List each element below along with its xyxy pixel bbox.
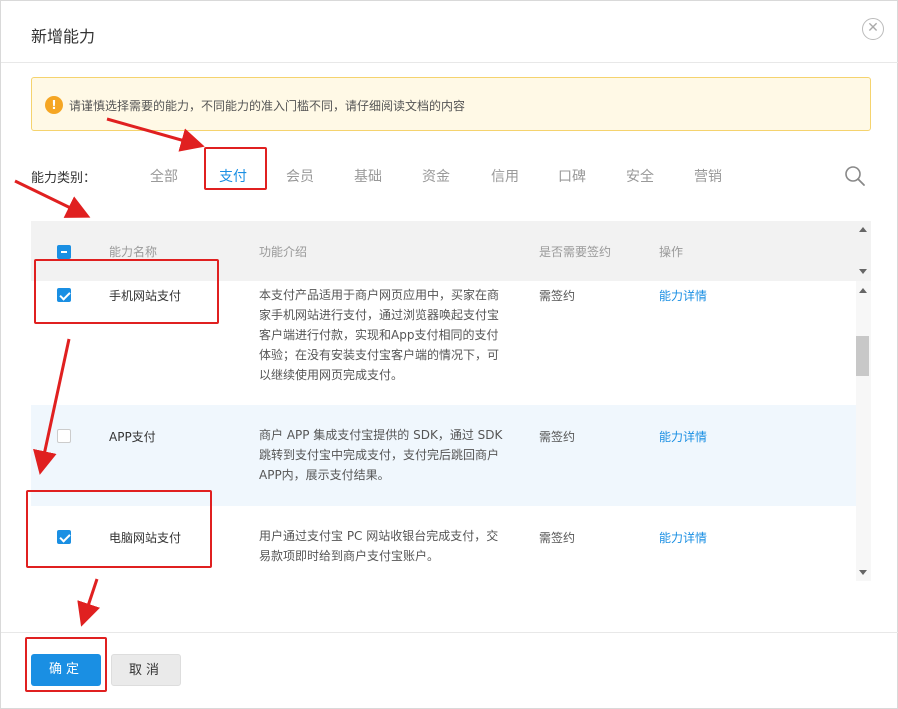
select-all-checkbox[interactable] — [57, 245, 71, 259]
annotation-box-confirm — [25, 637, 107, 692]
header-op: 操作 — [659, 245, 684, 259]
tab-marketing[interactable]: 营销 — [694, 166, 722, 186]
capability-detail-link[interactable]: 能力详情 — [659, 529, 707, 546]
tab-funds[interactable]: 资金 — [422, 166, 450, 186]
tab-basic[interactable]: 基础 — [354, 166, 382, 186]
tab-security[interactable]: 安全 — [626, 166, 654, 186]
annotation-arrow — [14, 179, 91, 218]
cancel-button[interactable]: 取消 — [111, 654, 181, 686]
header-desc: 功能介绍 — [259, 245, 308, 259]
annotation-box-row-1 — [34, 259, 219, 324]
tab-credit[interactable]: 信用 — [491, 166, 519, 186]
tab-member[interactable]: 会员 — [286, 166, 314, 186]
dialog-header: 新增能力 ✕ — [1, 1, 898, 63]
row-sign: 需签约 — [539, 531, 576, 545]
capability-detail-link[interactable]: 能力详情 — [659, 428, 707, 445]
add-capability-dialog: 新增能力 ✕ ! 请谨慎选择需要的能力，不同能力的准入门槛不同，请仔细阅读文档的… — [0, 0, 898, 709]
header-scrollbar[interactable] — [856, 221, 871, 281]
header-name: 能力名称 — [109, 245, 158, 259]
tab-all[interactable]: 全部 — [150, 166, 178, 186]
dialog-footer: 确定 取消 — [1, 632, 898, 709]
category-label: 能力类别： — [31, 171, 97, 186]
tab-koubei[interactable]: 口碑 — [558, 166, 586, 186]
annotation-box-payment-tab — [204, 147, 267, 190]
scroll-down-icon[interactable] — [859, 570, 867, 575]
header-sign: 是否需要签约 — [539, 245, 612, 259]
scroll-up-icon[interactable] — [859, 227, 867, 232]
row-sign: 需签约 — [539, 289, 576, 303]
search-icon[interactable] — [844, 165, 866, 187]
capability-detail-link[interactable]: 能力详情 — [659, 287, 707, 304]
row-desc: 本支付产品适用于商户网页应用中，买家在商家手机网站进行支付，通过浏览器唤起支付宝… — [259, 288, 500, 382]
notice-banner: ! 请谨慎选择需要的能力，不同能力的准入门槛不同，请仔细阅读文档的内容 — [31, 77, 871, 131]
close-circle-icon[interactable]: ✕ — [862, 18, 884, 40]
annotation-box-row-3 — [26, 490, 212, 568]
row-sign: 需签约 — [539, 430, 576, 444]
row-desc: 用户通过支付宝 PC 网站收银台完成支付，交易款项即时给到商户支付宝账户。 — [259, 529, 499, 563]
table-scrollbar[interactable] — [856, 281, 871, 581]
scroll-up-icon[interactable] — [859, 288, 867, 293]
scroll-down-icon[interactable] — [859, 269, 867, 274]
warning-icon: ! — [45, 96, 63, 114]
dialog-title: 新增能力 — [31, 27, 96, 46]
scrollbar-thumb[interactable] — [856, 336, 869, 376]
row-name: APP支付 — [109, 430, 156, 444]
row-desc: 商户 APP 集成支付宝提供的 SDK，通过 SDK 跳转到支付宝中完成支付，支… — [259, 428, 503, 482]
annotation-arrow — [77, 578, 101, 627]
notice-text: 请谨慎选择需要的能力，不同能力的准入门槛不同，请仔细阅读文档的内容 — [69, 99, 466, 113]
row-checkbox[interactable] — [57, 429, 71, 443]
